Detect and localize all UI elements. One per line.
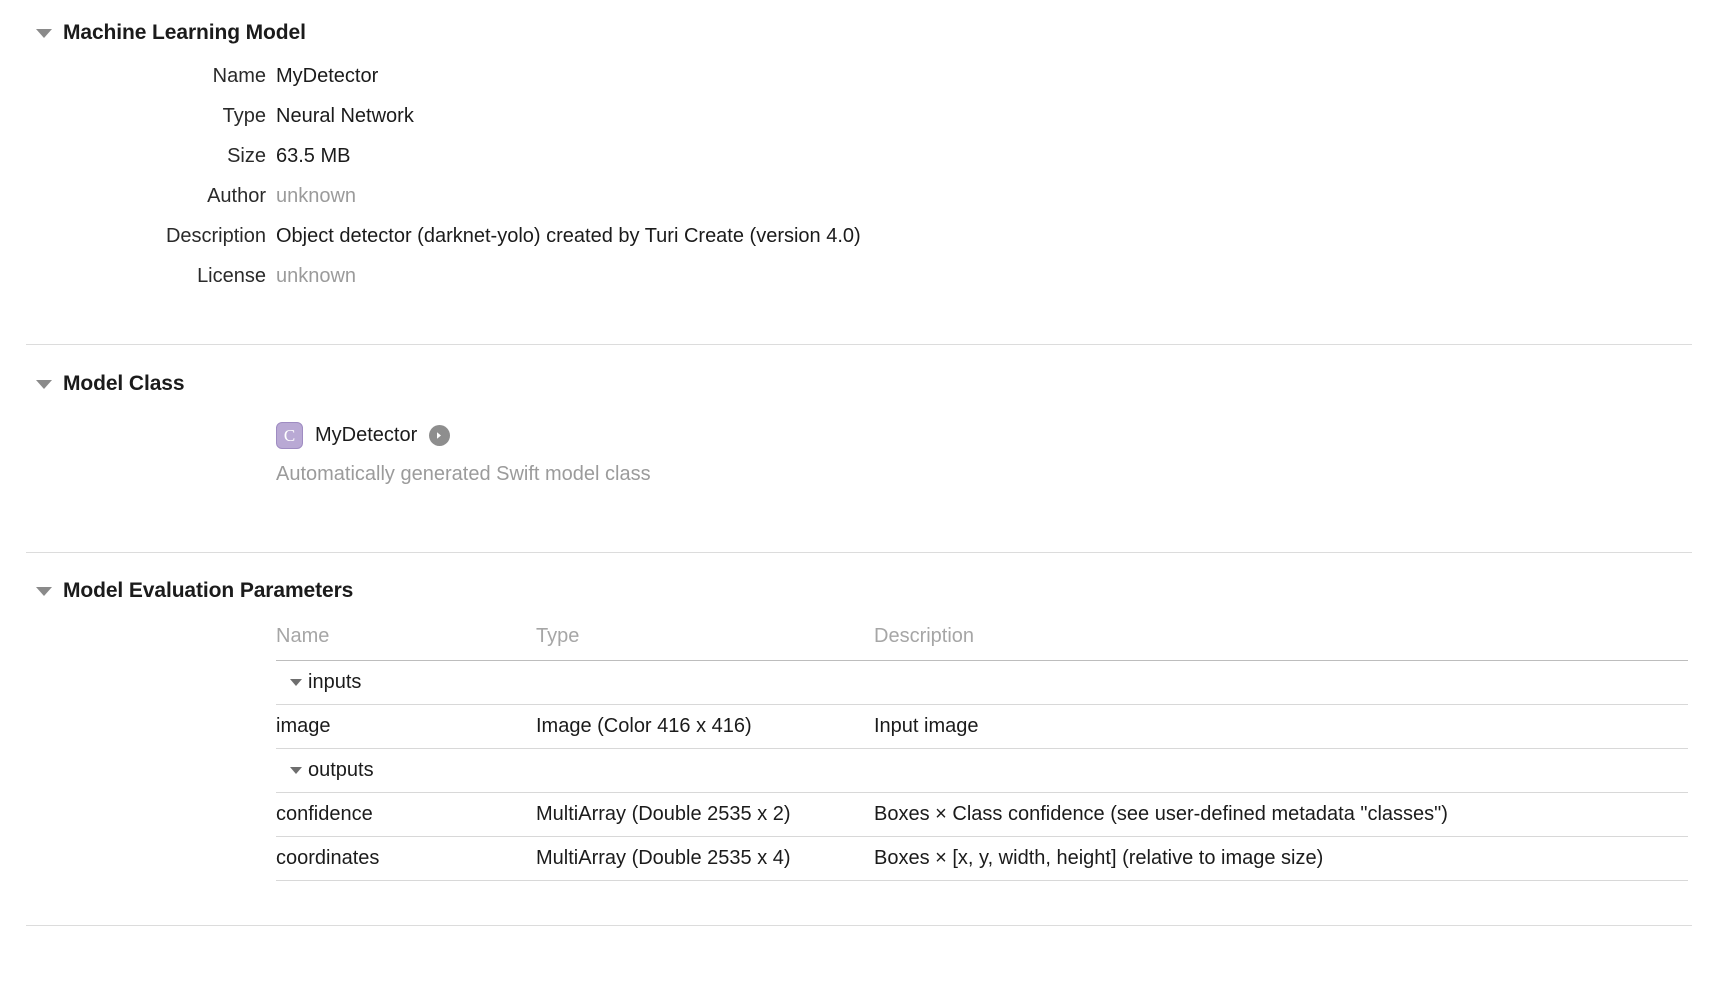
section-title-model-class: Model Class: [63, 372, 185, 395]
swift-class-icon-letter: C: [283, 426, 296, 445]
metadata-row-size: Size 63.5 MB: [0, 145, 1710, 185]
section-header-eval-params[interactable]: Model Evaluation Parameters: [0, 579, 1710, 603]
chevron-down-icon[interactable]: [290, 679, 302, 686]
column-header-name[interactable]: Name: [276, 625, 536, 661]
model-class-name[interactable]: MyDetector: [315, 424, 417, 447]
metadata-label-size: Size: [227, 145, 266, 167]
param-type-image: Image (Color 416 x 416): [536, 704, 874, 749]
column-header-description[interactable]: Description: [874, 625, 1688, 661]
metadata-value-author: unknown: [276, 185, 357, 207]
section-header-model-class[interactable]: Model Class: [0, 372, 1710, 396]
section-title-ml-model: Machine Learning Model: [63, 21, 306, 44]
column-header-type[interactable]: Type: [536, 625, 874, 661]
metadata-value-description: Object detector (darknet-yolo) created b…: [276, 225, 861, 247]
table-header-row: Name Type Description: [276, 625, 1688, 661]
metadata-value-license: unknown: [276, 265, 357, 287]
group-label-inputs: inputs: [308, 671, 362, 693]
model-metadata-list: Name MyDetector Type Neural Network Size…: [0, 65, 1710, 305]
param-description-image: Input image: [874, 704, 1688, 749]
arrow-right-circle-icon[interactable]: [429, 425, 451, 446]
table-row[interactable]: coordinates MultiArray (Double 2535 x 4)…: [276, 836, 1688, 881]
group-description-cell-inputs: [874, 660, 1688, 705]
group-description-cell-outputs: [874, 748, 1688, 793]
model-class-row[interactable]: C MyDetector: [276, 422, 1710, 449]
param-name-confidence: confidence: [276, 792, 536, 837]
metadata-value-type: Neural Network: [276, 105, 414, 127]
model-class-block: C MyDetector Automatically generated Swi…: [0, 422, 1710, 486]
swift-class-icon: C: [276, 422, 303, 449]
metadata-label-description: Description: [165, 225, 266, 247]
metadata-row-author: Author unknown: [0, 185, 1710, 225]
metadata-row-license: License unknown: [0, 265, 1710, 305]
section-title-eval-params: Model Evaluation Parameters: [63, 579, 354, 602]
model-class-subtitle: Automatically generated Swift model clas…: [276, 463, 651, 485]
metadata-label-type: Type: [222, 105, 266, 127]
section-model-evaluation-parameters: Model Evaluation Parameters Name Type De…: [0, 553, 1710, 881]
parameters-table-wrapper: Name Type Description inputs image Image…: [276, 625, 1688, 881]
chevron-down-icon[interactable]: [36, 28, 52, 38]
coreml-model-inspector: Machine Learning Model Name MyDetector T…: [0, 0, 1710, 1006]
section-model-class: Model Class C MyDetector Automatically g…: [0, 345, 1710, 486]
param-description-confidence: Boxes × Class confidence (see user-defin…: [874, 792, 1688, 837]
table-row[interactable]: image Image (Color 416 x 416) Input imag…: [276, 704, 1688, 749]
table-group-row-outputs[interactable]: outputs: [276, 748, 1688, 793]
section-header-ml-model[interactable]: Machine Learning Model: [0, 21, 1710, 45]
metadata-row-name: Name MyDetector: [0, 65, 1710, 105]
metadata-label-name: Name: [212, 65, 266, 87]
group-type-cell-inputs: [536, 660, 874, 705]
param-name-coordinates: coordinates: [276, 836, 536, 881]
metadata-value-size: 63.5 MB: [276, 145, 351, 167]
chevron-down-icon[interactable]: [36, 586, 52, 596]
param-name-image: image: [276, 704, 536, 749]
table-group-row-inputs[interactable]: inputs: [276, 660, 1688, 705]
metadata-value-name: MyDetector: [276, 65, 379, 87]
group-type-cell-outputs: [536, 748, 874, 793]
metadata-row-description: Description Object detector (darknet-yol…: [0, 225, 1710, 265]
section-machine-learning-model: Machine Learning Model Name MyDetector T…: [0, 0, 1710, 305]
group-label-cell-inputs[interactable]: inputs: [276, 660, 536, 705]
table-row[interactable]: confidence MultiArray (Double 2535 x 2) …: [276, 792, 1688, 837]
param-description-coordinates: Boxes × [x, y, width, height] (relative …: [874, 836, 1688, 881]
chevron-down-icon[interactable]: [36, 379, 52, 389]
group-label-cell-outputs[interactable]: outputs: [276, 748, 536, 793]
param-type-coordinates: MultiArray (Double 2535 x 4): [536, 836, 874, 881]
group-label-outputs: outputs: [308, 759, 374, 781]
param-type-confidence: MultiArray (Double 2535 x 2): [536, 792, 874, 837]
metadata-row-type: Type Neural Network: [0, 105, 1710, 145]
metadata-label-license: License: [197, 265, 266, 287]
metadata-label-author: Author: [207, 185, 266, 207]
section-divider-3: [26, 925, 1692, 926]
parameters-table: Name Type Description inputs image Image…: [276, 625, 1688, 881]
chevron-down-icon[interactable]: [290, 767, 302, 774]
